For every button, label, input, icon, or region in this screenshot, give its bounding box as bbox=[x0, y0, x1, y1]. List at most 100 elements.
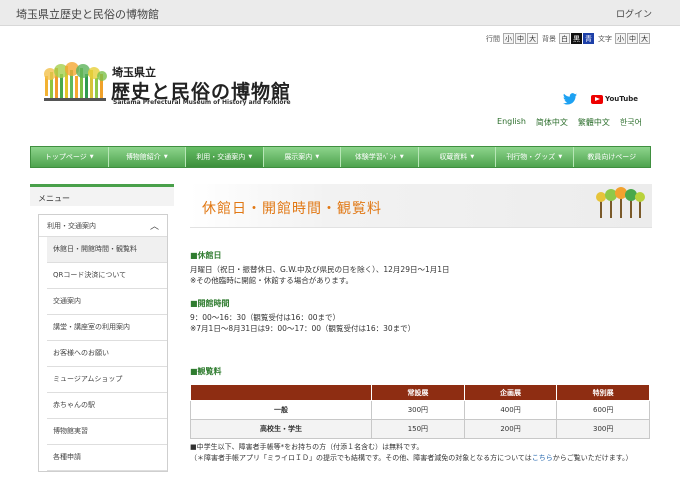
sidebar-item-requests[interactable]: お客様へのお願い bbox=[47, 341, 167, 367]
nav-teachers[interactable]: 教員向けページ bbox=[574, 147, 651, 167]
nav-access[interactable]: 利用・交通案内 ▼ bbox=[186, 147, 264, 167]
nav-exhibitions[interactable]: 展示案内 ▼ bbox=[264, 147, 341, 167]
line-spacing-medium[interactable]: 中 bbox=[515, 33, 526, 44]
sidebar-menu-box: 利用・交通案内 ︿ 休館日・開館時間・観覧料 QRコード決済について 交通案内 … bbox=[38, 214, 168, 472]
sidebar-item-lecture-room[interactable]: 講堂・講座室の利用案内 bbox=[47, 315, 167, 341]
line-spacing-large[interactable]: 大 bbox=[527, 33, 538, 44]
sidebar-item-baby-station[interactable]: 赤ちゃんの駅 bbox=[47, 393, 167, 419]
fees-note-text: （＊障害者手帳アプリ「ミライロＩＤ」の提示でも結構です。その他、障害者減免の対象… bbox=[190, 454, 532, 462]
nav-publications[interactable]: 刊行物・グッズ ▼ bbox=[496, 147, 574, 167]
sidebar-item-shop[interactable]: ミュージアムショップ bbox=[47, 367, 167, 393]
nav-label: 博物館紹介 bbox=[125, 153, 161, 161]
social-links: YouTube bbox=[563, 93, 638, 105]
top-bar: 埼玉県立歴史と民俗の博物館 ログイン bbox=[0, 0, 680, 26]
details-link[interactable]: こちら bbox=[532, 454, 553, 462]
fees-table: 常設展 企画展 特別展 一般 300円 400円 600円 高校生・学生 150… bbox=[189, 384, 650, 439]
sidebar-item-access[interactable]: 交通案内 bbox=[47, 289, 167, 315]
sidebar-item-hours[interactable]: 休館日・開館時間・観覧料 bbox=[47, 237, 167, 263]
nav-label: 利用・交通案内 bbox=[196, 153, 246, 161]
background-white[interactable]: 白 bbox=[559, 33, 570, 44]
main-content: 休館日・開館時間・観覧料 ■休館日 月曜日（祝日・振替休日、G.W.中及び県民の… bbox=[189, 184, 652, 462]
chevron-down-icon: ▼ bbox=[163, 154, 168, 160]
display-settings: 行間 小 中 大 背景 白 黒 青 文字 小 中 大 bbox=[482, 33, 650, 44]
table-header-row: 常設展 企画展 特別展 bbox=[189, 384, 650, 401]
fees-note-text-end: からご覧いただけます。） bbox=[552, 454, 633, 462]
nav-label: 展示案内 bbox=[284, 153, 313, 161]
lang-english[interactable]: English bbox=[497, 117, 526, 128]
nav-collections[interactable]: 収蔵資料 ▼ bbox=[419, 147, 496, 167]
fees-note-line1: ■中学生以下、障害者手帳等*をお持ちの方（付添１名含む）は無料です。 bbox=[190, 443, 424, 451]
fees-note-line2: （＊障害者手帳アプリ「ミライロＩＤ」の提示でも結構です。その他、障害者減免の対象… bbox=[190, 453, 652, 464]
line-spacing-small[interactable]: 小 bbox=[503, 33, 514, 44]
chevron-down-icon: ▼ bbox=[315, 154, 320, 160]
opening-hours-note: ※7月1日〜8月31日は9：00〜17：00（観覧受付は16：30まで） bbox=[190, 324, 416, 333]
chevron-down-icon: ▼ bbox=[399, 154, 404, 160]
table-row-label: 高校生・学生 bbox=[189, 419, 373, 439]
sidebar-toggle[interactable]: 利用・交通案内 ︿ bbox=[39, 215, 167, 237]
sidebar-item-qr-payment[interactable]: QRコード決済について bbox=[47, 263, 167, 289]
sidebar: メニュー 利用・交通案内 ︿ 休館日・開館時間・観覧料 QRコード決済について … bbox=[30, 184, 174, 472]
nav-events[interactable]: 体験学習ﾍﾞﾝﾄ ▼ bbox=[341, 147, 419, 167]
text-size-small[interactable]: 小 bbox=[615, 33, 626, 44]
trees-decoration-icon bbox=[596, 187, 645, 218]
nav-about[interactable]: 博物館紹介 ▼ bbox=[109, 147, 186, 167]
table-row: 一般 300円 400円 600円 bbox=[189, 400, 650, 420]
nav-label: 教員向けページ bbox=[587, 153, 637, 161]
table-header-cell: 企画展 bbox=[463, 384, 558, 401]
table-cell: 400円 bbox=[463, 400, 558, 420]
table-cell: 300円 bbox=[371, 400, 465, 420]
chevron-up-icon: ︿ bbox=[149, 222, 159, 232]
sidebar-item-applications[interactable]: 各種申請 bbox=[47, 445, 167, 471]
chevron-down-icon: ▼ bbox=[248, 154, 253, 160]
youtube-icon bbox=[591, 94, 604, 104]
lang-simplified-chinese[interactable]: 简体中文 bbox=[536, 117, 568, 128]
lang-traditional-chinese[interactable]: 繁體中文 bbox=[578, 117, 610, 128]
page-title: 休館日・開館時間・観覧料 bbox=[202, 201, 382, 217]
table-cell: 150円 bbox=[371, 419, 465, 439]
chevron-down-icon: ▼ bbox=[89, 154, 94, 160]
login-link[interactable]: ログイン bbox=[616, 7, 652, 20]
table-row-label: 一般 bbox=[189, 400, 373, 420]
closed-days-note: ※その他臨時に開館・休館する場合があります。 bbox=[190, 276, 354, 285]
closed-days-heading: ■休館日 bbox=[190, 251, 222, 260]
opening-hours-text: 9：00〜16：30（観覧受付は16：00まで） bbox=[190, 313, 340, 322]
background-blue[interactable]: 青 bbox=[583, 33, 594, 44]
sidebar-heading: メニュー bbox=[30, 184, 174, 206]
page-title-bar: 休館日・開館時間・観覧料 bbox=[190, 184, 652, 228]
nav-label: 刊行物・グッズ bbox=[506, 153, 556, 161]
youtube-link[interactable]: YouTube bbox=[591, 94, 638, 104]
closed-days-section: ■休館日 月曜日（祝日・振替休日、G.W.中及び県民の日を除く）、12月29日〜… bbox=[190, 250, 450, 286]
table-row: 高校生・学生 150円 200円 300円 bbox=[189, 419, 650, 439]
twitter-icon[interactable] bbox=[563, 93, 578, 105]
opening-hours-heading: ■開館時間 bbox=[190, 299, 230, 308]
sidebar-item-internship[interactable]: 博物館実習 bbox=[47, 419, 167, 445]
fees-note: ■中学生以下、障害者手帳等*をお持ちの方（付添１名含む）は無料です。 （＊障害者… bbox=[190, 442, 652, 464]
site-name[interactable]: 埼玉県立歴史と民俗の博物館 bbox=[16, 6, 159, 22]
background-label: 背景 bbox=[542, 34, 556, 43]
closed-days-text: 月曜日（祝日・振替休日、G.W.中及び県民の日を除く）、12月29日〜1月1日 bbox=[190, 265, 450, 274]
chevron-down-icon: ▼ bbox=[558, 154, 563, 160]
text-size-large[interactable]: 大 bbox=[639, 33, 650, 44]
table-cell: 600円 bbox=[556, 400, 650, 420]
table-header-cell bbox=[189, 384, 373, 401]
text-size-label: 文字 bbox=[598, 34, 612, 43]
table-header-cell: 特別展 bbox=[556, 384, 650, 401]
opening-hours-section: ■開館時間 9：00〜16：30（観覧受付は16：00まで） ※7月1日〜8月3… bbox=[190, 298, 415, 334]
logo-english-text: Saitama Prefectural Museum of History an… bbox=[113, 99, 291, 106]
text-size-medium[interactable]: 中 bbox=[627, 33, 638, 44]
fees-section: ■観覧料 bbox=[190, 366, 222, 380]
nav-label: 収蔵資料 bbox=[439, 153, 468, 161]
lang-korean[interactable]: 한국어 bbox=[620, 117, 642, 128]
table-cell: 200円 bbox=[463, 419, 558, 439]
nav-label: トップページ bbox=[44, 153, 87, 161]
global-nav: トップページ ▼ 博物館紹介 ▼ 利用・交通案内 ▼ 展示案内 ▼ 体験学習ﾍﾞﾝﾄ ▼ … bbox=[30, 146, 651, 168]
nav-top[interactable]: トップページ ▼ bbox=[31, 147, 109, 167]
sidebar-list: 休館日・開館時間・観覧料 QRコード決済について 交通案内 講堂・講座室の利用案… bbox=[39, 237, 167, 471]
nav-label: 体験学習ﾍﾞﾝﾄ bbox=[354, 153, 397, 161]
table-header-cell: 常設展 bbox=[371, 384, 465, 401]
background-black[interactable]: 黒 bbox=[571, 33, 582, 44]
museum-logo-trees-icon[interactable] bbox=[42, 62, 108, 104]
sidebar-toggle-label: 利用・交通案内 bbox=[47, 221, 96, 230]
chevron-down-icon: ▼ bbox=[470, 154, 475, 160]
fees-heading: ■観覧料 bbox=[190, 367, 222, 376]
